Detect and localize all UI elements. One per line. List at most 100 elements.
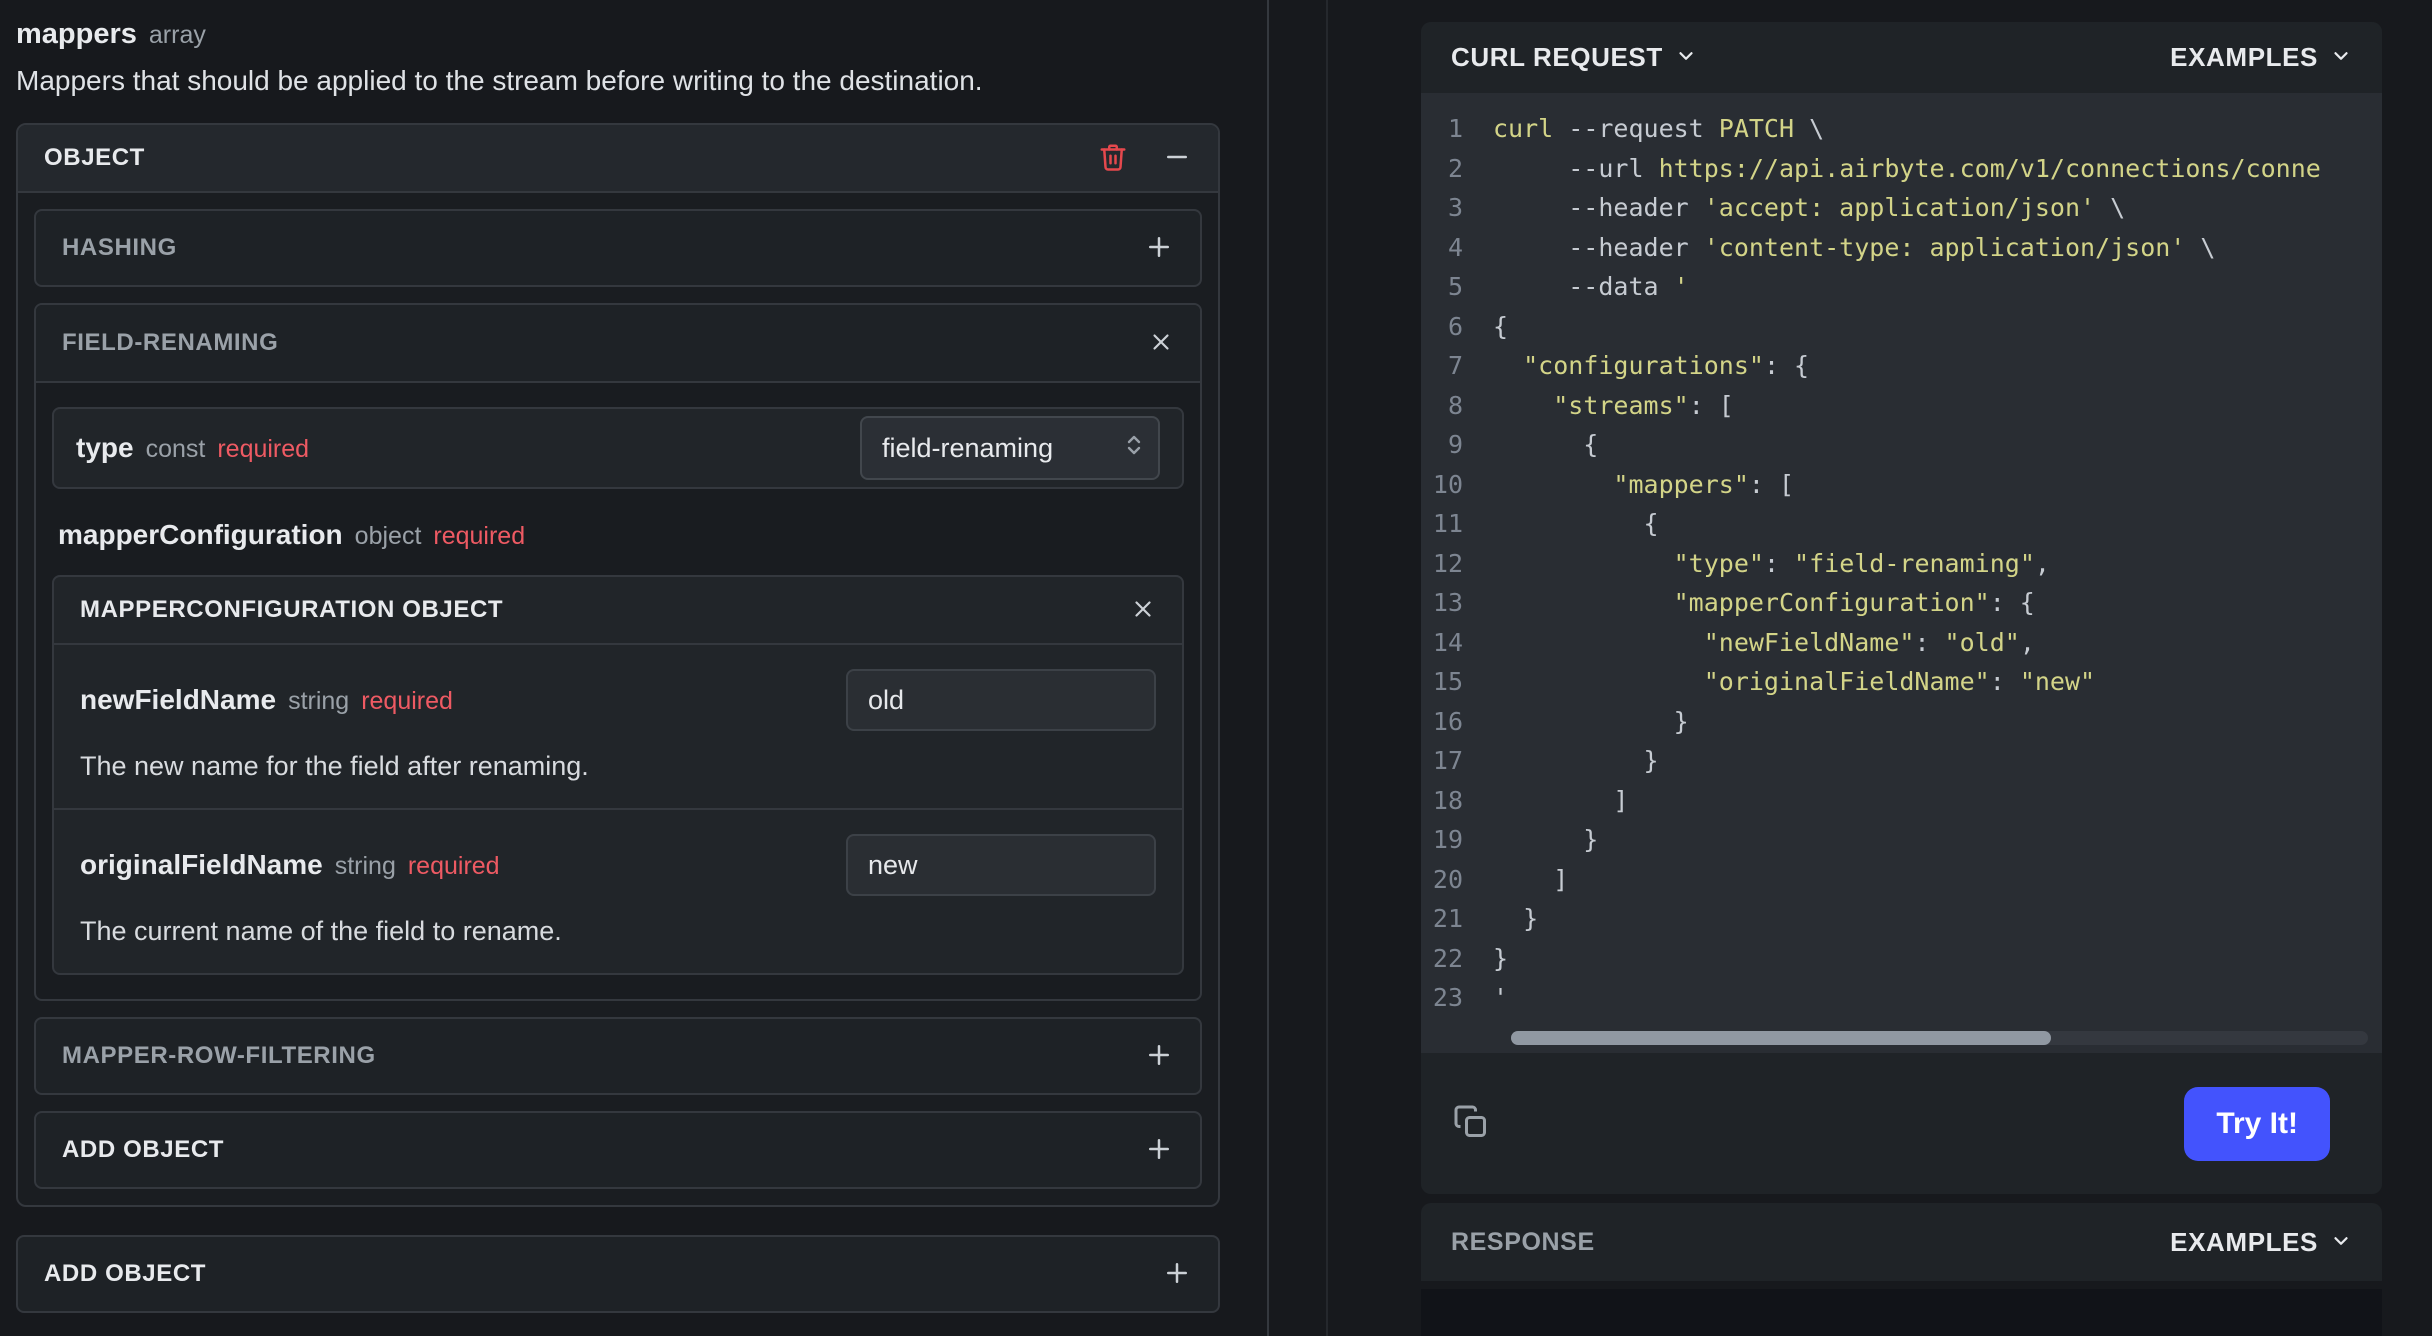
request-examples-dropdown[interactable]: EXAMPLES xyxy=(2170,42,2352,73)
code-line: 14 "newFieldName": "old", xyxy=(1432,627,2035,657)
code-line: 16 } xyxy=(1432,706,1689,736)
type-field-row: type const required field-renaming xyxy=(52,407,1184,489)
add-object-inner-label: ADD OBJECT xyxy=(62,1136,225,1163)
code-line: 20 ] xyxy=(1432,864,1569,894)
curl-request-card-header: CURL REQUEST EXAMPLES xyxy=(1421,22,2382,93)
plus-icon xyxy=(1144,1134,1174,1167)
mapper-row-filtering-row[interactable]: MAPPER-ROW-FILTERING xyxy=(34,1017,1202,1095)
mapper-configuration-card-header: MAPPERCONFIGURATION OBJECT xyxy=(54,577,1182,645)
object-card-header: OBJECT xyxy=(18,125,1218,193)
response-examples-label: EXAMPLES xyxy=(2170,1226,2318,1257)
original-field-required: required xyxy=(407,852,500,880)
type-select[interactable]: field-renaming xyxy=(860,416,1160,480)
plus-icon xyxy=(1144,232,1174,265)
delete-object-button[interactable] xyxy=(1098,142,1128,175)
type-select-value: field-renaming xyxy=(882,432,1054,463)
code-line: 13 "mapperConfiguration": { xyxy=(1432,588,2035,617)
code-line: 19 } xyxy=(1432,825,1599,854)
new-field-kind: string xyxy=(288,687,350,715)
curl-request-card: CURL REQUEST EXAMPLES 1 curl --request PA… xyxy=(1421,22,2382,1194)
plus-icon xyxy=(1144,1040,1174,1073)
code-block[interactable]: 1 curl --request PATCH \ 2 --url https://a… xyxy=(1421,93,2382,1053)
add-object-outer-button[interactable] xyxy=(1162,1258,1192,1291)
copy-icon xyxy=(1453,1104,1489,1143)
original-field-name-input[interactable] xyxy=(846,834,1156,896)
code-hscrollbar-thumb[interactable] xyxy=(1511,1031,2051,1045)
request-examples-label: EXAMPLES xyxy=(2170,42,2318,72)
code-line: 18 ] xyxy=(1432,785,1629,815)
type-field-required: required xyxy=(217,435,310,463)
code-line: 6{ xyxy=(1447,311,1509,341)
code-line: 2 --url https://api.airbyte.com/v1/conne… xyxy=(1447,153,2321,183)
mapper-configuration-kind: object xyxy=(354,522,422,550)
code-line: 8 "streams": [ xyxy=(1447,390,1734,420)
code-line: 11 { xyxy=(1432,509,1659,538)
field-renaming-section: FIELD-RENAMING type const required field… xyxy=(34,303,1202,1001)
new-field-description: The new name for the field after renamin… xyxy=(80,751,589,781)
code-line: 21 } xyxy=(1432,904,1539,933)
code-line: 10 "mappers": [ xyxy=(1432,469,1795,499)
close-icon xyxy=(1130,596,1156,625)
curl-request-dropdown[interactable]: CURL REQUEST xyxy=(1451,42,1697,73)
code-line: 12 "type": "field-renaming", xyxy=(1432,548,2050,578)
minus-icon xyxy=(1162,142,1192,175)
new-field-name-input[interactable] xyxy=(846,669,1156,731)
code-line: 4 --header 'content-type: application/js… xyxy=(1447,232,2216,262)
schema-form-pane: mappers array Mappers that should be app… xyxy=(0,0,1269,1336)
code-line: 9 { xyxy=(1447,430,1599,459)
curl-request-card-footer: Try It! xyxy=(1421,1053,2382,1194)
response-examples-dropdown[interactable]: EXAMPLES xyxy=(2170,1227,2352,1258)
code-line: 7 "configurations": { xyxy=(1447,351,1810,380)
mapper-configuration-label-row: mapperConfiguration object required xyxy=(58,519,1178,551)
object-card: OBJECT HASHING FIELD-RENAMING type const… xyxy=(16,123,1220,1207)
chevron-down-icon xyxy=(2330,1230,2352,1255)
code-line: 15 "originalFieldName": "new" xyxy=(1432,667,2096,696)
add-hashing-button[interactable] xyxy=(1144,232,1174,265)
field-renaming-body: type const required field-renaming mappe… xyxy=(36,383,1200,999)
plus-icon xyxy=(1162,1258,1192,1291)
chevrons-up-down-icon xyxy=(1124,432,1144,465)
curl-request-title: CURL REQUEST xyxy=(1451,42,1663,72)
original-field-name-block: originalFieldName string required The cu… xyxy=(54,810,1182,973)
field-renaming-header[interactable]: FIELD-RENAMING xyxy=(36,305,1200,383)
try-it-button[interactable]: Try It! xyxy=(2184,1086,2330,1161)
add-object-row-outer[interactable]: ADD OBJECT xyxy=(16,1235,1220,1313)
close-icon xyxy=(1148,329,1174,358)
request-preview-pane: CURL REQUEST EXAMPLES 1 curl --request PA… xyxy=(1328,0,2432,1336)
chevron-down-icon xyxy=(2330,45,2352,70)
type-field-name: type xyxy=(76,432,134,463)
code-line: 1 curl --request PATCH \ xyxy=(1447,114,1825,143)
mapper-configuration-required: required xyxy=(433,522,526,550)
param-type-badge: array xyxy=(148,21,206,49)
mapper-configuration-card-title: MAPPERCONFIGURATION OBJECT xyxy=(80,596,504,623)
chevron-down-icon xyxy=(1675,45,1697,70)
copy-code-button[interactable] xyxy=(1453,1104,1489,1143)
response-card-header: RESPONSE EXAMPLES xyxy=(1421,1203,2382,1281)
type-field-kind: const xyxy=(145,435,206,463)
code-line: 23 ' xyxy=(1432,983,1509,1012)
code-line: 17 } xyxy=(1432,746,1659,775)
new-field-required: required xyxy=(361,687,453,715)
add-object-row-inner[interactable]: ADD OBJECT xyxy=(34,1111,1202,1189)
code-line: 5 --data ' xyxy=(1447,272,1689,301)
remove-field-renaming-button[interactable] xyxy=(1148,329,1174,358)
object-card-title: OBJECT xyxy=(44,144,145,171)
add-object-inner-button[interactable] xyxy=(1144,1134,1174,1167)
response-title: RESPONSE xyxy=(1451,1227,1595,1256)
add-object-outer-label: ADD OBJECT xyxy=(44,1260,207,1287)
param-name: mappers xyxy=(16,18,137,50)
new-field-name-block: newFieldName string required The new nam… xyxy=(54,645,1182,810)
trash-icon xyxy=(1098,142,1128,175)
hashing-row[interactable]: HASHING xyxy=(34,209,1202,287)
collapse-object-button[interactable] xyxy=(1162,142,1192,175)
add-mapper-row-filtering-button[interactable] xyxy=(1144,1040,1174,1073)
mapper-row-filtering-label: MAPPER-ROW-FILTERING xyxy=(62,1042,376,1069)
mapper-configuration-card: MAPPERCONFIGURATION OBJECT newFieldName xyxy=(52,575,1184,975)
original-field-name: originalFieldName xyxy=(80,849,323,880)
code-line: 3 --header 'accept: application/json' \ xyxy=(1447,193,2126,222)
original-field-description: The current name of the field to rename. xyxy=(80,916,562,946)
field-renaming-label: FIELD-RENAMING xyxy=(62,329,279,356)
code-hscrollbar-track[interactable] xyxy=(1511,1031,2368,1045)
close-mapper-configuration-button[interactable] xyxy=(1130,596,1156,625)
response-body-area xyxy=(1421,1289,2382,1336)
